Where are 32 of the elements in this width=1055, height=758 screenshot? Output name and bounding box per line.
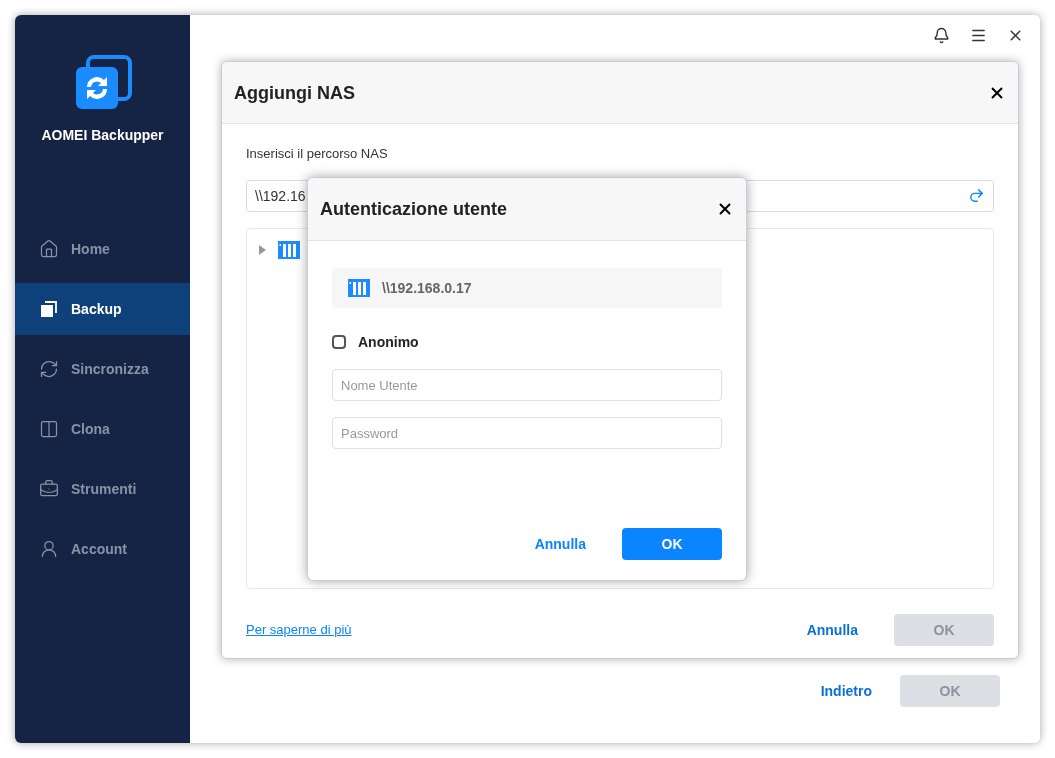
nas-icon [278,240,300,259]
toolbox-icon [39,479,59,499]
nav-item[interactable]: Strumenti [15,463,190,515]
menu-icon[interactable] [970,27,987,44]
user-icon [39,539,59,559]
back-link[interactable]: Indietro [820,681,872,701]
cancel-link[interactable]: Annulla [806,619,858,640]
cancel-link[interactable]: Annulla [534,534,586,554]
dialog-title: Aggiungi NAS [234,81,355,105]
go-arrow-icon[interactable] [968,187,985,204]
checkbox[interactable] [332,335,346,349]
dialog-title: Autenticazione utente [320,198,507,221]
notification-icon[interactable] [933,27,950,44]
password-field[interactable]: Password [332,417,722,449]
path-label: Inserisci il percorso NAS [246,145,389,163]
stacked-squares-icon [39,299,59,319]
app-name: AOMEI Backupper [41,126,164,145]
columns-icon [39,419,59,439]
server-address: \\192.168.0.17 [382,279,472,298]
home-icon [39,239,59,259]
ok-button[interactable]: OK [622,528,722,560]
checkbox-label: Anonimo [358,333,419,352]
nav-item[interactable]: Home [15,223,190,275]
nav-item[interactable]: Backup [15,283,190,335]
username-field[interactable]: Nome Utente [332,369,722,401]
learn-more-link[interactable]: Per saperne di più [246,619,352,640]
nav-item[interactable]: Sincronizza [15,343,190,395]
nav-item[interactable]: Clona [15,403,190,455]
nas-icon [348,279,370,297]
expand-arrow-icon[interactable] [259,244,266,255]
nav-item[interactable]: Account [15,523,190,575]
sync-icon [39,359,59,379]
